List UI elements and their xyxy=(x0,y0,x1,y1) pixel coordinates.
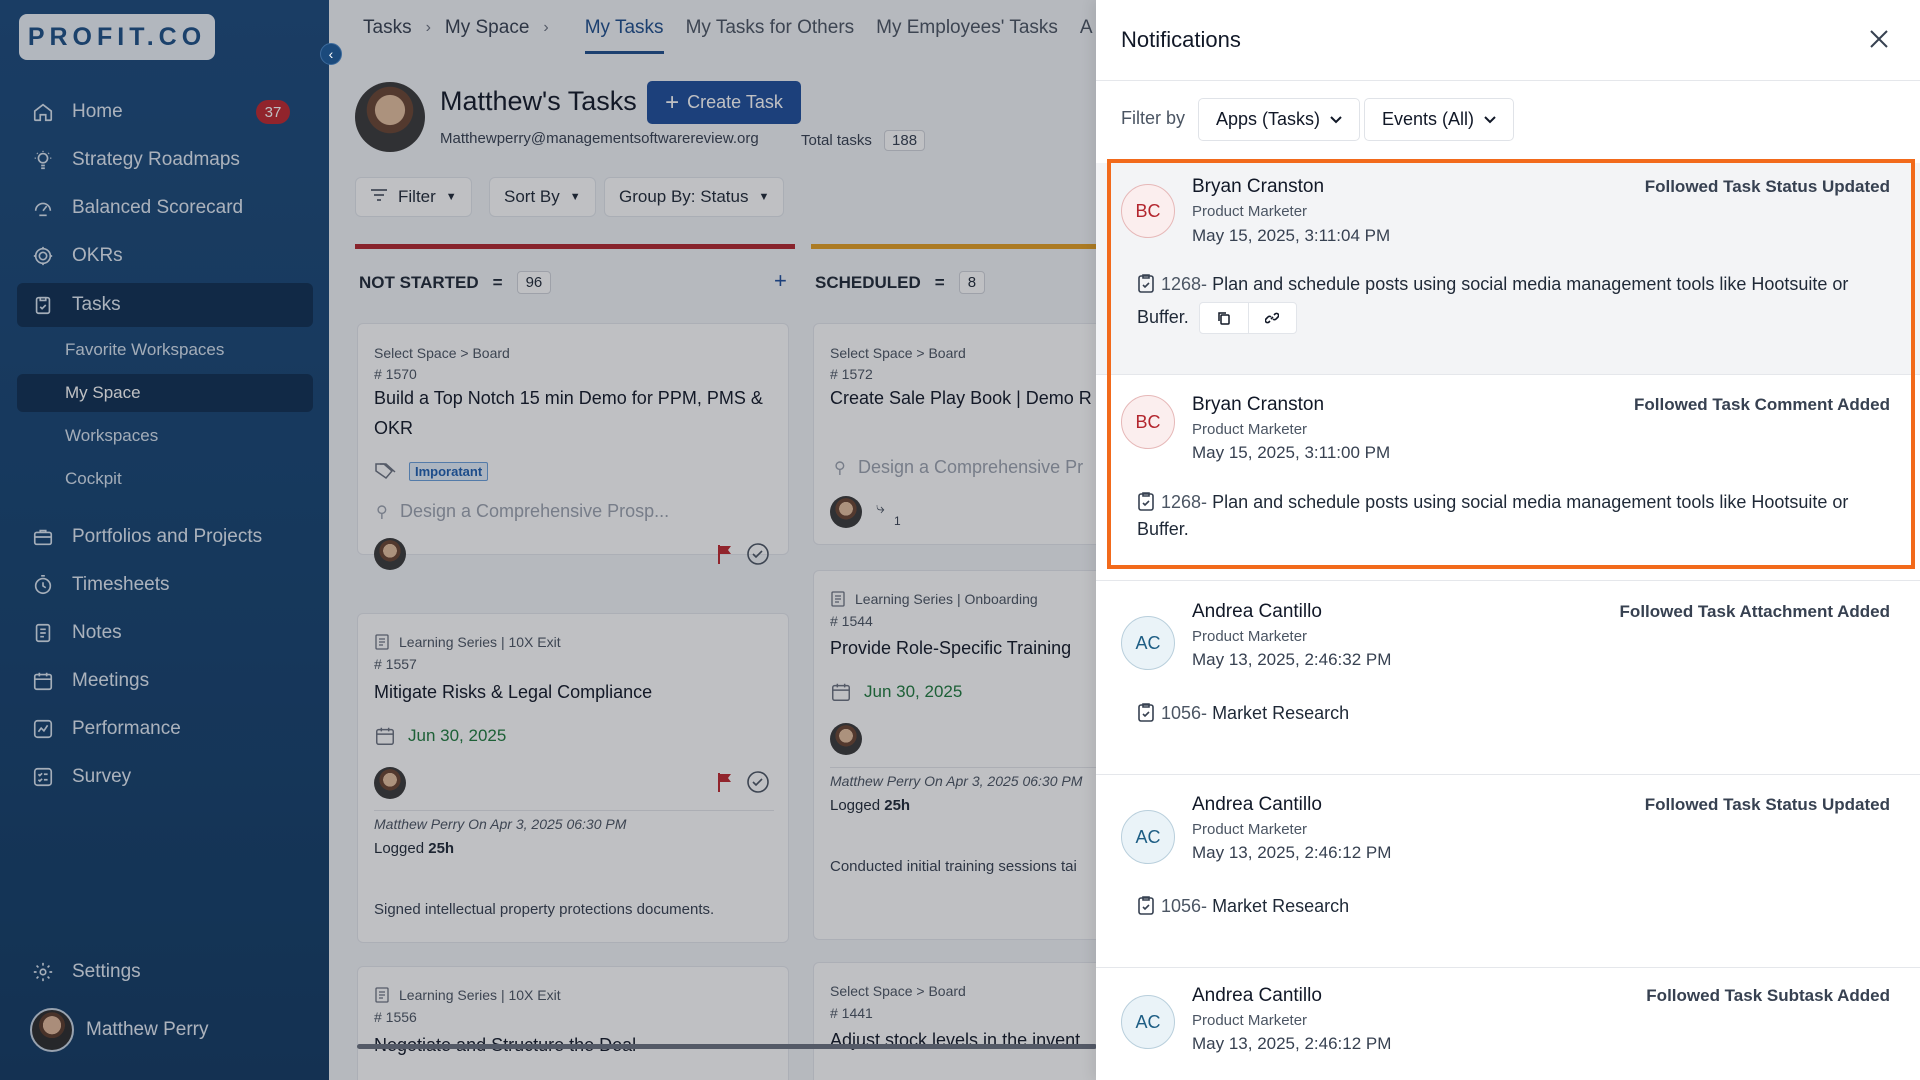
apps-filter-value: Apps (Tasks) xyxy=(1216,109,1321,129)
event-type: Followed Task Attachment Added xyxy=(1619,602,1890,621)
sender-role: Product Marketer xyxy=(1192,821,1308,838)
notification-item[interactable]: AC Andrea Cantillo Product Marketer May … xyxy=(1096,775,1920,968)
sender-name: Bryan Cranston xyxy=(1192,394,1325,415)
task-id: 1056- xyxy=(1161,896,1208,916)
avatar: BC xyxy=(1121,395,1175,449)
notification-time: May 15, 2025, 3:11:04 PM xyxy=(1192,226,1391,245)
collapse-sidebar-button[interactable]: ‹ xyxy=(320,43,342,65)
sender-name: Andrea Cantillo xyxy=(1192,601,1322,622)
copy-actions xyxy=(1198,302,1297,334)
avatar: BC xyxy=(1121,184,1175,238)
notification-time: May 13, 2025, 2:46:32 PM xyxy=(1192,650,1392,669)
sender-role: Product Marketer xyxy=(1192,1012,1308,1029)
filter-by-label: Filter by xyxy=(1121,108,1186,128)
panel-title: Notifications xyxy=(1121,27,1241,52)
copy-icon[interactable] xyxy=(1200,303,1248,333)
task-title: Market Research xyxy=(1212,703,1350,723)
apps-filter-dropdown[interactable]: Apps (Tasks) xyxy=(1198,98,1361,141)
notifications-panel: Notifications Filter by Apps (Tasks) Eve… xyxy=(1096,0,1920,1080)
notification-time: May 13, 2025, 2:46:12 PM xyxy=(1192,843,1392,862)
sender-role: Product Marketer xyxy=(1192,421,1308,438)
task-clipboard-icon xyxy=(1137,895,1155,924)
task-link[interactable]: 1056- Market Research xyxy=(1137,699,1877,731)
task-title: Plan and schedule posts using social med… xyxy=(1137,492,1849,539)
notification-item[interactable]: AC Andrea Cantillo Product Marketer May … xyxy=(1096,968,1920,1080)
task-link[interactable]: 1268- Plan and schedule posts using soci… xyxy=(1137,270,1897,334)
event-type: Followed Task Status Updated xyxy=(1644,795,1890,814)
sender-role: Product Marketer xyxy=(1192,203,1308,220)
notification-time: May 15, 2025, 3:11:00 PM xyxy=(1192,443,1391,462)
close-icon[interactable] xyxy=(1864,24,1894,54)
divider xyxy=(1096,80,1920,81)
chevron-down-icon xyxy=(1484,113,1496,127)
events-filter-dropdown[interactable]: Events (All) xyxy=(1364,98,1515,141)
event-type: Followed Task Comment Added xyxy=(1634,395,1890,414)
notification-time: May 13, 2025, 2:46:12 PM xyxy=(1192,1034,1392,1053)
task-id: 1056- xyxy=(1161,703,1208,723)
task-clipboard-icon xyxy=(1137,491,1155,517)
avatar: AC xyxy=(1121,995,1175,1049)
notification-item[interactable]: AC Andrea Cantillo Product Marketer May … xyxy=(1096,581,1920,774)
chevron-down-icon xyxy=(1330,113,1342,127)
task-id: 1268- xyxy=(1161,274,1208,294)
task-title: Market Research xyxy=(1212,896,1350,916)
avatar: AC xyxy=(1121,616,1175,670)
notification-item[interactable]: BC Bryan Cranston Product Marketer May 1… xyxy=(1096,163,1920,374)
sender-name: Bryan Cranston xyxy=(1192,176,1325,197)
events-filter-value: Events (All) xyxy=(1382,109,1475,129)
task-clipboard-icon xyxy=(1137,273,1155,302)
task-id: 1268- xyxy=(1161,492,1208,512)
task-clipboard-icon xyxy=(1137,702,1155,731)
avatar: AC xyxy=(1121,810,1175,864)
modal-backdrop[interactable] xyxy=(0,0,1096,1080)
event-type: Followed Task Subtask Added xyxy=(1646,986,1890,1005)
link-icon[interactable] xyxy=(1247,303,1296,333)
sender-role: Product Marketer xyxy=(1192,628,1308,645)
task-link[interactable]: 1056- Market Research xyxy=(1137,892,1877,924)
sender-name: Andrea Cantillo xyxy=(1192,794,1322,815)
sender-name: Andrea Cantillo xyxy=(1192,985,1322,1006)
notification-item[interactable]: BC Bryan Cranston Product Marketer May 1… xyxy=(1096,375,1920,568)
event-type: Followed Task Status Updated xyxy=(1644,177,1890,196)
task-link[interactable]: 1268- Plan and schedule posts using soci… xyxy=(1137,490,1897,541)
